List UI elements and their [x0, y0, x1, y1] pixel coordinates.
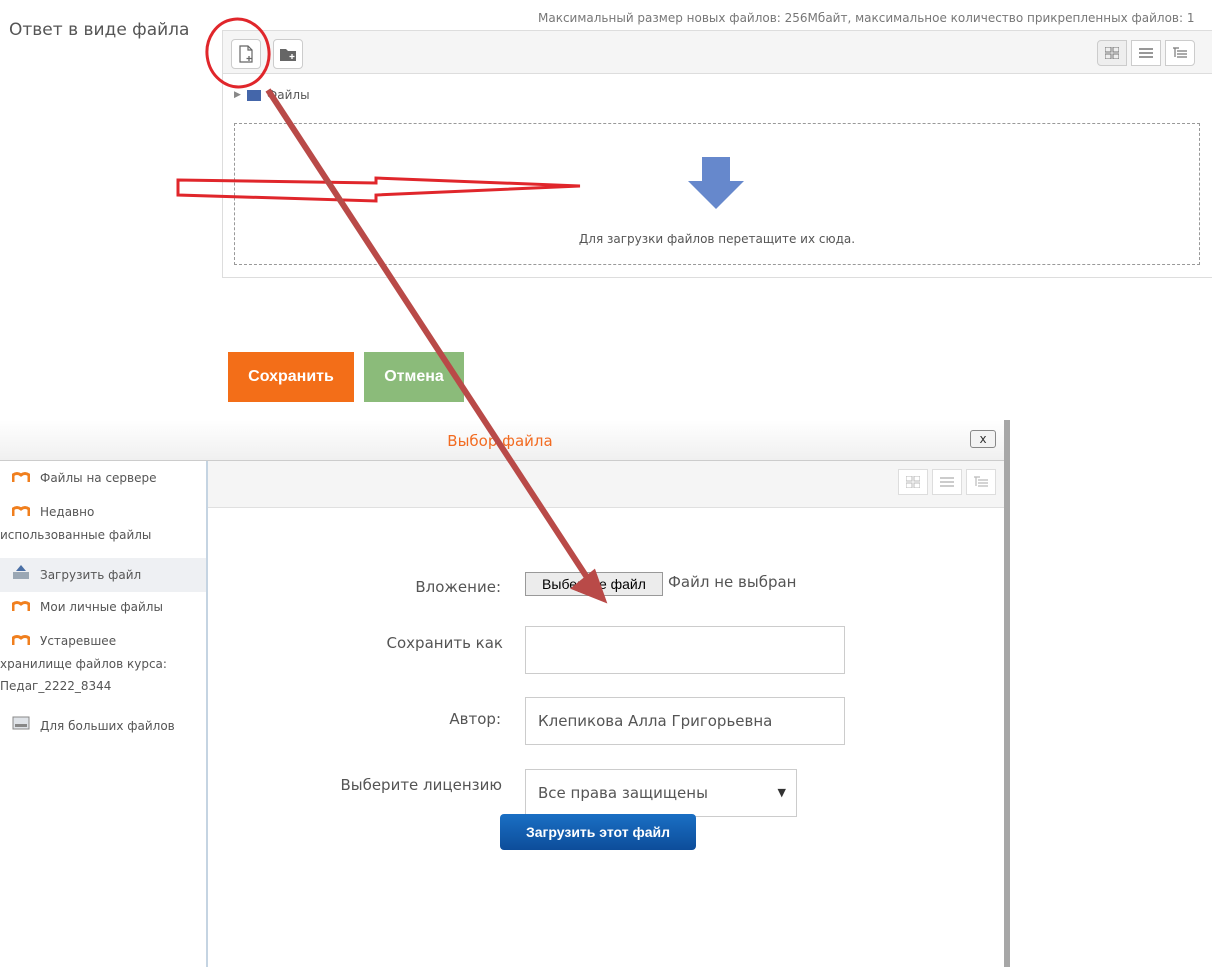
- submission-label: Ответ в виде файла: [9, 20, 190, 40]
- license-label: Выберите лицензию: [340, 776, 502, 794]
- view-list-button[interactable]: [932, 469, 962, 495]
- max-files-info: Максимальный размер новых файлов: 256Мба…: [538, 11, 1195, 25]
- list-view-icon: [1139, 48, 1153, 58]
- attachment-label: Вложение:: [415, 578, 501, 596]
- tree-view-icon: [1173, 47, 1187, 58]
- sidebar-item-upload-file[interactable]: Загрузить файл: [0, 558, 206, 592]
- moodle-icon: [11, 631, 31, 653]
- breadcrumb: ▶ Файлы: [222, 84, 1212, 106]
- upload-icon: [12, 559, 30, 593]
- upload-file-button[interactable]: Загрузить этот файл: [500, 814, 696, 850]
- drop-zone[interactable]: Для загрузки файлов перетащите их сюда.: [234, 123, 1200, 265]
- view-tree-button[interactable]: [966, 469, 996, 495]
- drive-icon: [12, 715, 30, 738]
- sidebar-item-label: Файлы на сервере: [40, 471, 157, 485]
- add-file-icon: [239, 45, 253, 63]
- repository-sidebar: Файлы на сервере Недавно использованные …: [0, 461, 208, 967]
- author-input[interactable]: Клепикова Алла Григорьевна: [525, 697, 845, 745]
- grid-view-icon: [1105, 47, 1119, 59]
- dialog-toolbar: [208, 461, 1004, 508]
- dialog-header: Выбор файла x: [0, 420, 1004, 461]
- tree-view-icon: [974, 476, 988, 487]
- list-view-icon: [940, 477, 954, 487]
- sidebar-item-legacy-course-files[interactable]: Устаревшее хранилище файлов курса: Педаг…: [0, 630, 206, 697]
- license-select[interactable]: Все права защищены ▼: [525, 769, 797, 817]
- sidebar-item-label: Мои личные файлы: [40, 600, 163, 614]
- create-folder-button[interactable]: [273, 39, 303, 69]
- folder-icon: [246, 90, 261, 101]
- file-picker-dialog: Выбор файла x Файлы на сервере Недавно и…: [0, 420, 1010, 967]
- breadcrumb-files[interactable]: Файлы: [267, 88, 310, 102]
- cancel-button[interactable]: Отмена: [364, 352, 464, 402]
- folder-add-icon: [280, 49, 296, 61]
- moodle-icon: [11, 468, 31, 490]
- choose-file-button[interactable]: Выберите файл: [525, 572, 663, 596]
- close-button[interactable]: x: [970, 430, 996, 448]
- download-arrow-icon: [688, 157, 744, 209]
- view-icons-button[interactable]: [1097, 40, 1127, 66]
- view-icons-button[interactable]: [898, 469, 928, 495]
- save-as-label: Сохранить как: [386, 634, 503, 652]
- view-tree-button[interactable]: [1165, 40, 1195, 66]
- save-as-input[interactable]: [525, 626, 845, 674]
- filemanager-toolbar: [222, 30, 1212, 74]
- sidebar-item-label: Загрузить файл: [40, 568, 142, 582]
- sidebar-item-server-files[interactable]: Файлы на сервере: [0, 467, 206, 490]
- sidebar-item-large-files[interactable]: Для больших файлов: [0, 715, 206, 738]
- license-value: Все права защищены: [538, 784, 708, 802]
- view-list-button[interactable]: [1131, 40, 1161, 66]
- moodle-icon: [11, 502, 31, 524]
- moodle-icon: [11, 597, 31, 619]
- sidebar-item-private-files[interactable]: Мои личные файлы: [0, 596, 206, 619]
- add-file-button[interactable]: [231, 39, 261, 69]
- expand-arrow-icon[interactable]: ▶: [234, 90, 241, 100]
- sidebar-item-recent-files[interactable]: Недавно использованные файлы: [0, 501, 206, 546]
- drop-zone-text: Для загрузки файлов перетащите их сюда.: [578, 232, 856, 246]
- author-label: Автор:: [449, 710, 501, 728]
- caret-down-icon: ▼: [777, 786, 786, 799]
- sidebar-item-label: Для больших файлов: [40, 719, 175, 733]
- dialog-title: Выбор файла: [447, 432, 553, 450]
- grid-view-icon: [906, 476, 920, 488]
- no-file-chosen-text: Файл не выбран: [668, 573, 797, 591]
- save-button[interactable]: Сохранить: [228, 352, 354, 402]
